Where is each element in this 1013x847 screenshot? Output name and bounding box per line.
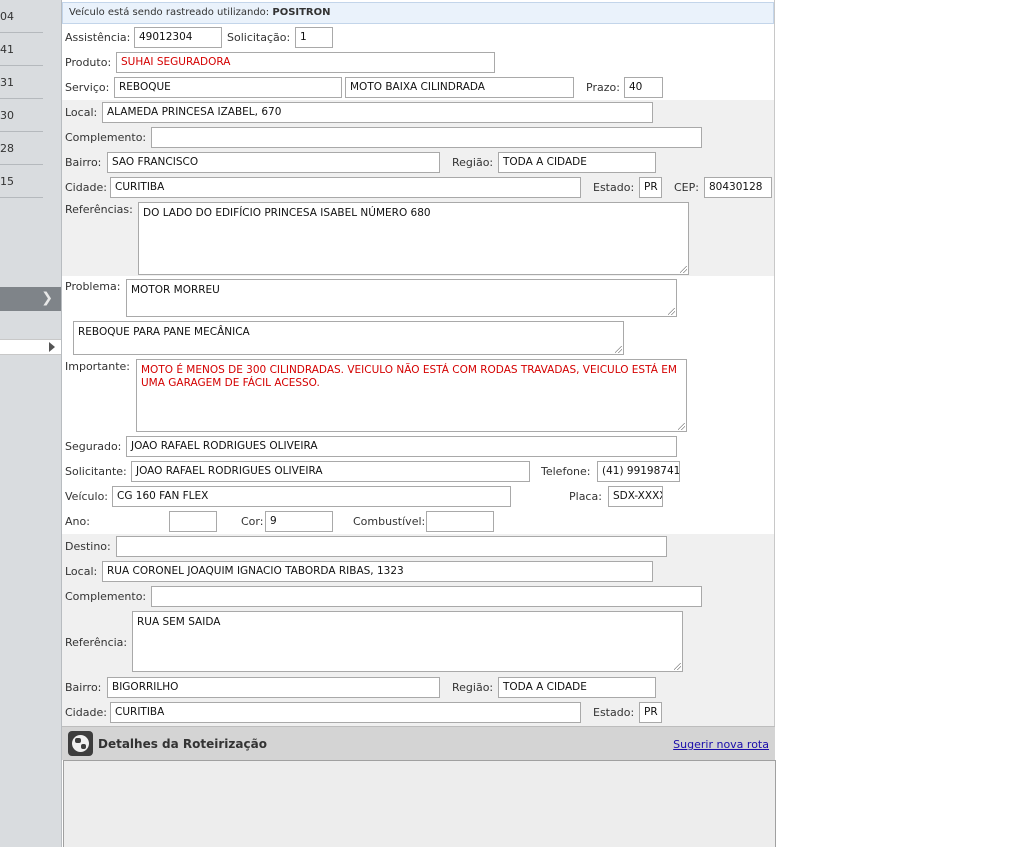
bairro-label: Bairro: (65, 156, 102, 169)
suggest-new-route-link[interactable]: Sugerir nova rota (673, 738, 769, 751)
veiculo-field[interactable]: CG 160 FAN FLEX (112, 486, 511, 507)
importante-label: Importante: (65, 360, 131, 373)
ano-label: Ano: (65, 515, 90, 528)
complemento-label: Complemento: (65, 131, 147, 144)
destino-estado-field[interactable]: PR (639, 702, 662, 723)
produto-label: Produto: (65, 56, 112, 69)
cor-field[interactable]: 9 (265, 511, 333, 532)
destino-local-label: Local: (65, 565, 98, 578)
assistencia-field[interactable]: 49012304 (134, 27, 222, 48)
solicitacao-label: Solicitação: (227, 31, 291, 44)
tracking-banner: Veículo está sendo rastreado utilizando:… (62, 2, 774, 24)
importante-textarea[interactable]: MOTO É MENOS DE 300 CILINDRADAS. VEICULO… (136, 359, 687, 432)
referencias-textarea[interactable]: DO LADO DO EDIFÍCIO PRINCESA ISABEL NÚME… (138, 202, 689, 275)
sidebar-item[interactable]: 31 (0, 66, 43, 99)
destino-complemento-label: Complemento: (65, 590, 147, 603)
destino-complemento-field[interactable] (151, 586, 702, 607)
estado-field[interactable]: PR (639, 177, 662, 198)
regiao-label: Região: (452, 156, 494, 169)
route-details-title: Detalhes da Roteirização (98, 737, 267, 751)
problema-label: Problema: (65, 280, 121, 293)
combustivel-label: Combustível: (353, 515, 426, 528)
sidebar-item[interactable]: 04 (0, 0, 43, 33)
destino-cidade-label: Cidade: (65, 706, 107, 719)
left-sidebar: 04 41 31 30 28 15 ❯ (0, 0, 62, 847)
veiculo-label: Veículo: (65, 490, 109, 503)
prazo-label: Prazo: (586, 81, 620, 94)
telefone-label: Telefone: (541, 465, 591, 478)
sidebar-item[interactable]: 15 (0, 165, 43, 198)
solicitante-field[interactable]: JOAO RAFAEL RODRIGUES OLIVEIRA (131, 461, 530, 482)
triangle-right-icon (49, 342, 55, 352)
local-field[interactable]: ALAMEDA PRINCESA IZABEL, 670 (102, 102, 653, 123)
cep-field[interactable]: 80430128 (704, 177, 772, 198)
bairro-field[interactable]: SAO FRANCISCO (107, 152, 440, 173)
prazo-field[interactable]: 40 (624, 77, 663, 98)
cidade-label: Cidade: (65, 181, 107, 194)
destino-bairro-field[interactable]: BIGORRILHO (107, 677, 440, 698)
placa-field[interactable]: SDX-XXXX (608, 486, 663, 507)
combustivel-field[interactable] (426, 511, 494, 532)
problema-detail-textarea[interactable]: REBOQUE PARA PANE MECÂNICA (73, 321, 624, 355)
estado-label: Estado: (593, 181, 635, 194)
route-details-header: Detalhes da Roteirização Sugerir nova ro… (62, 726, 775, 760)
destino-bairro-label: Bairro: (65, 681, 102, 694)
sidebar-collapse-button[interactable]: ❯ (0, 287, 61, 311)
ano-field[interactable] (169, 511, 217, 532)
solicitante-label: Solicitante: (65, 465, 127, 478)
cep-label: CEP: (674, 181, 699, 194)
destino-regiao-label: Região: (452, 681, 494, 694)
globe-icon (68, 731, 93, 756)
servico-label: Serviço: (65, 81, 110, 94)
destino-regiao-field[interactable]: TODA A CIDADE (498, 677, 656, 698)
segurado-field[interactable]: JOAO RAFAEL RODRIGUES OLIVEIRA (126, 436, 677, 457)
regiao-field[interactable]: TODA A CIDADE (498, 152, 656, 173)
destino-field[interactable] (116, 536, 667, 557)
service-detail-panel: Veículo está sendo rastreado utilizando:… (62, 0, 776, 847)
local-label: Local: (65, 106, 98, 119)
servico-subtype-field[interactable]: MOTO BAIXA CILINDRADA (345, 77, 574, 98)
placa-label: Placa: (569, 490, 602, 503)
destino-label: Destino: (65, 540, 111, 553)
problema-textarea[interactable]: MOTOR MORREU (126, 279, 677, 317)
destino-estado-label: Estado: (593, 706, 635, 719)
route-map-area[interactable] (63, 760, 776, 847)
sidebar-expand-row[interactable] (0, 339, 61, 355)
assistencia-label: Assistência: (65, 31, 131, 44)
complemento-field[interactable] (151, 127, 702, 148)
sidebar-item[interactable]: 28 (0, 132, 43, 165)
cidade-field[interactable]: CURITIBA (110, 177, 581, 198)
chevron-right-icon: ❯ (41, 290, 53, 306)
segurado-label: Segurado: (65, 440, 122, 453)
produto-field[interactable]: SUHAI SEGURADORA (116, 52, 495, 73)
sidebar-item[interactable]: 41 (0, 33, 43, 66)
destino-referencia-textarea[interactable]: RUA SEM SAIDA (132, 611, 683, 672)
telefone-field[interactable]: (41) 991987412 (597, 461, 680, 482)
referencias-label: Referências: (65, 203, 133, 216)
solicitacao-field[interactable]: 1 (295, 27, 333, 48)
destino-referencia-label: Referência: (65, 636, 128, 649)
servico-field[interactable]: REBOQUE (114, 77, 342, 98)
cor-label: Cor: (241, 515, 264, 528)
destino-local-field[interactable]: RUA CORONEL JOAQUIM IGNACIO TABORDA RIBA… (102, 561, 653, 582)
destino-cidade-field[interactable]: CURITIBA (110, 702, 581, 723)
sidebar-item[interactable]: 30 (0, 99, 43, 132)
tracking-text: Veículo está sendo rastreado utilizando: (69, 7, 270, 18)
tracking-provider: POSITRON (272, 7, 331, 18)
